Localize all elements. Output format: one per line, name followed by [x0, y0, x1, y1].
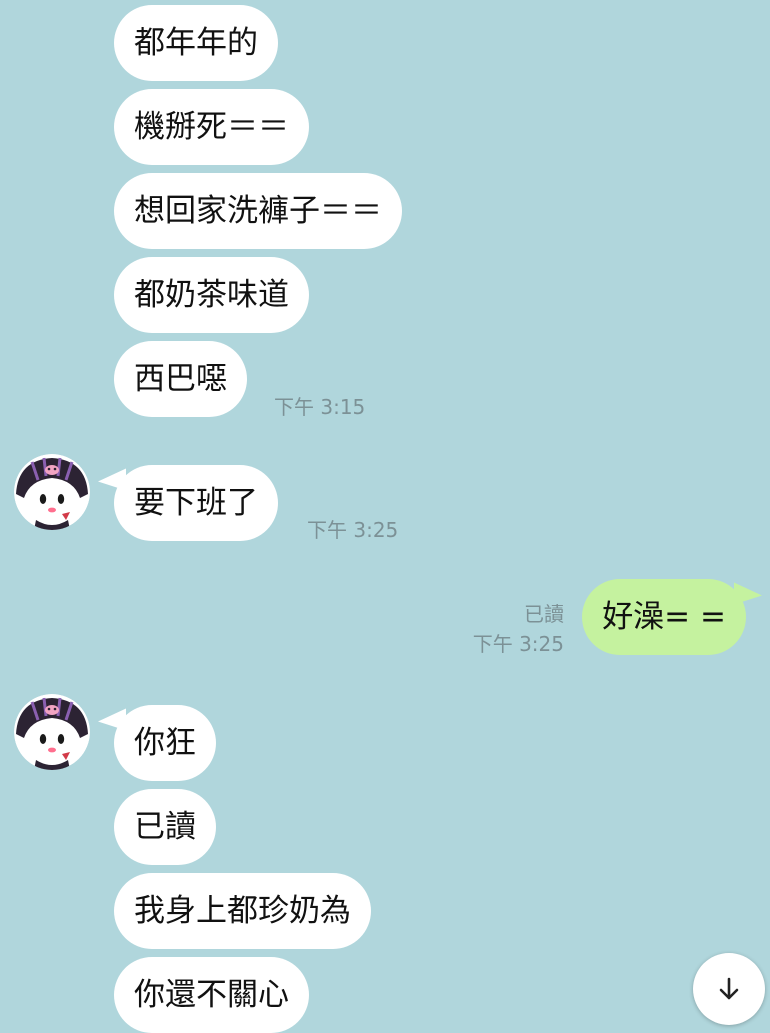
message-text: 你還不關心	[134, 977, 289, 1013]
kuromi-avatar[interactable]	[14, 694, 90, 770]
message-text: 我身上都珍奶為	[134, 893, 351, 929]
message-text: 西巴噁	[134, 361, 227, 397]
message-text: 都年年的	[134, 25, 258, 61]
message-bubble[interactable]: 機掰死＝＝	[114, 89, 309, 165]
message-bubble[interactable]: 你還不關心	[114, 957, 309, 1033]
message-text: 要下班了	[134, 485, 258, 521]
message-text: 都奶茶味道	[134, 277, 289, 313]
message-bubble[interactable]: 已讀	[114, 789, 216, 865]
arrow-down-icon	[719, 977, 739, 1000]
scroll-to-bottom-button[interactable]	[693, 953, 765, 1025]
message-bubble[interactable]: 都奶茶味道	[114, 257, 309, 333]
outgoing-message-bubble[interactable]: 好澡= =	[582, 579, 746, 655]
message-bubble[interactable]: 都年年的	[114, 5, 278, 81]
avatar-image	[14, 694, 90, 770]
message-bubble[interactable]: 西巴噁	[114, 341, 247, 417]
message-text: 你狂	[134, 725, 196, 761]
message-timestamp: 下午 3:25	[307, 518, 399, 542]
read-receipt: 已讀	[524, 602, 564, 626]
avatar-image	[14, 454, 90, 530]
message-bubble[interactable]: 要下班了	[114, 465, 278, 541]
chat-area[interactable]: 都年年的 機掰死＝＝ 想回家洗褲子＝＝ 都奶茶味道 西巴噁 下午 3:15 要下…	[0, 0, 770, 1033]
message-text: 機掰死＝＝	[134, 109, 289, 145]
message-text: 已讀	[134, 809, 196, 845]
message-bubble[interactable]: 我身上都珍奶為	[114, 873, 371, 949]
message-timestamp: 下午 3:25	[472, 632, 564, 656]
message-timestamp: 下午 3:15	[274, 395, 366, 419]
message-bubble[interactable]: 你狂	[114, 705, 216, 781]
message-bubble[interactable]: 想回家洗褲子＝＝	[114, 173, 402, 249]
message-text: 想回家洗褲子＝＝	[134, 193, 382, 229]
message-text: 好澡= =	[602, 599, 726, 635]
kuromi-avatar[interactable]	[14, 454, 90, 530]
